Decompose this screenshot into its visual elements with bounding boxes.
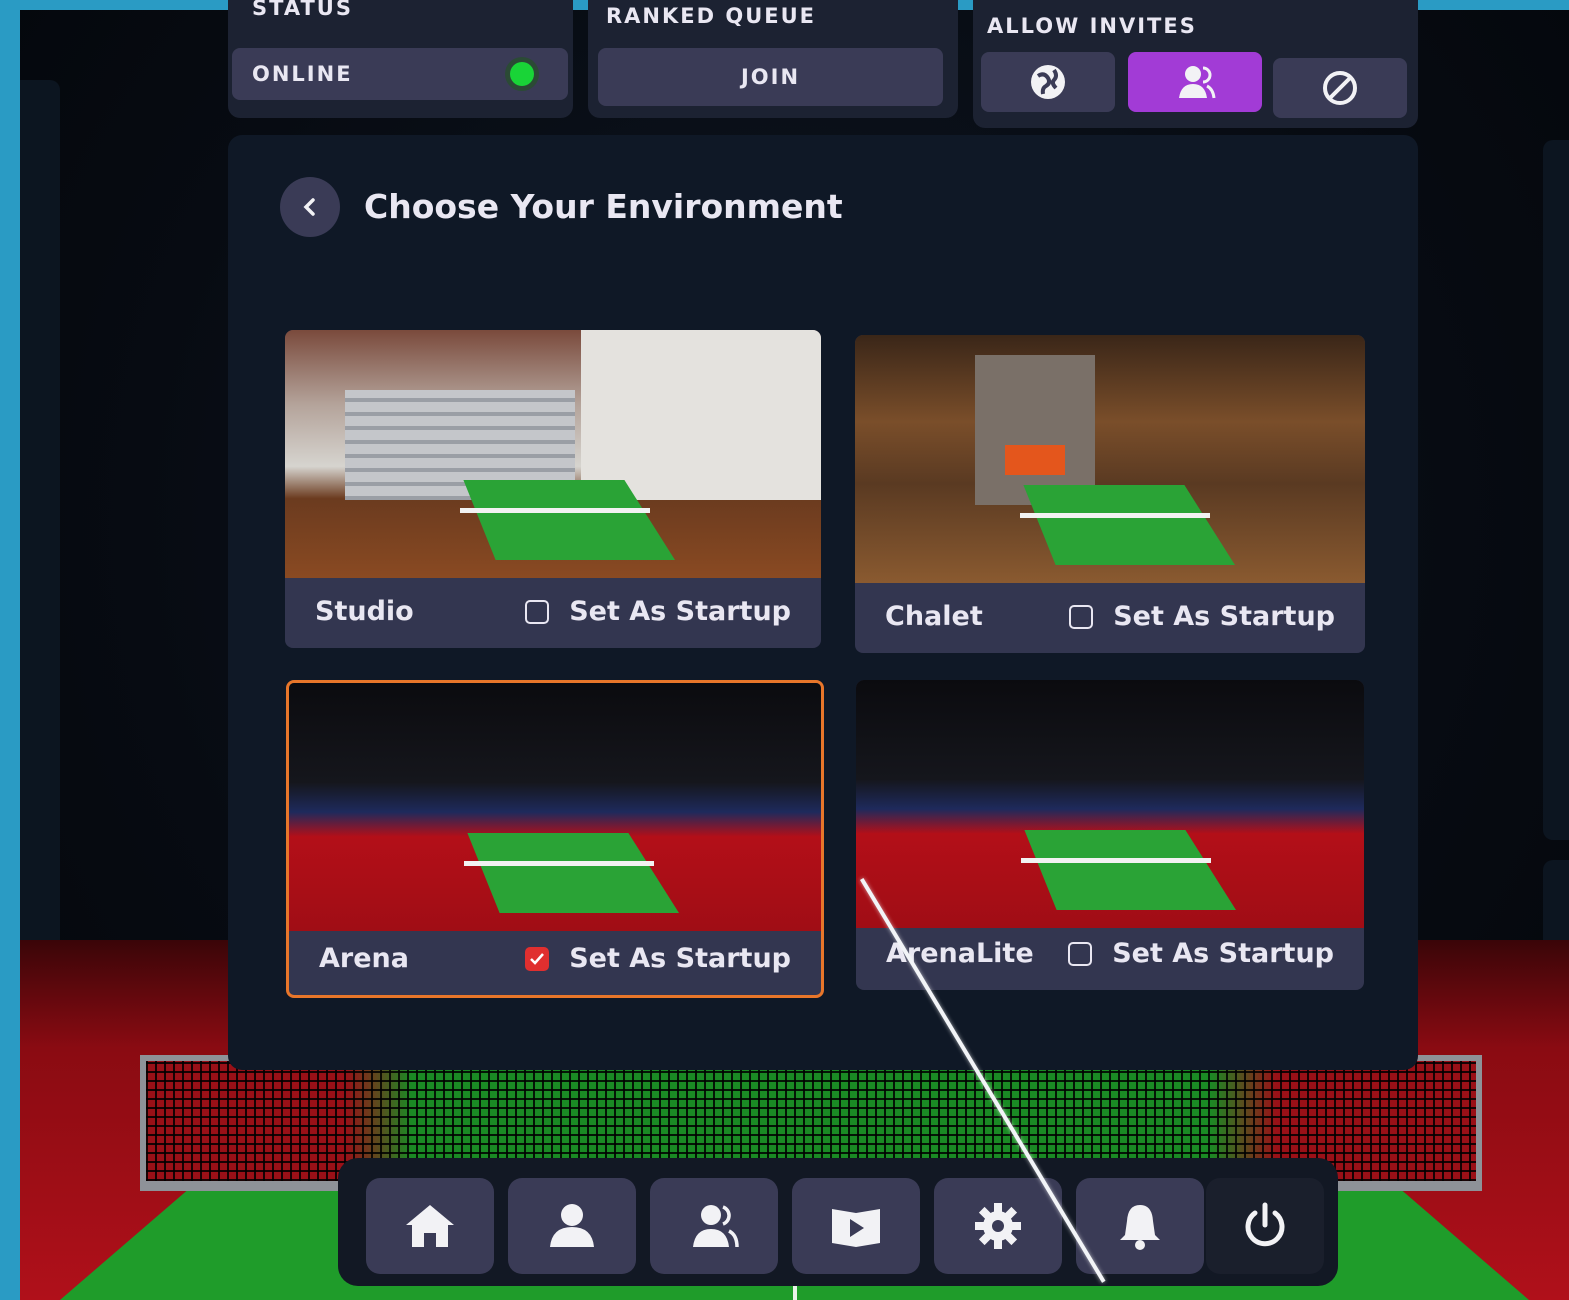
set-startup-toggle[interactable]: Set As Startup bbox=[525, 596, 791, 627]
invite-everyone-button[interactable] bbox=[981, 52, 1115, 112]
right-side-panel-upper bbox=[1543, 140, 1569, 840]
ranked-queue-label: RANKED QUEUE bbox=[606, 4, 817, 28]
profile-button[interactable] bbox=[508, 1178, 636, 1274]
friends-button[interactable] bbox=[650, 1178, 778, 1274]
settings-button[interactable] bbox=[934, 1178, 1062, 1274]
allow-invites-label: ALLOW INVITES bbox=[987, 14, 1197, 38]
friends-icon bbox=[1179, 66, 1216, 99]
join-button[interactable]: JOIN bbox=[598, 48, 943, 106]
power-button[interactable] bbox=[1206, 1178, 1324, 1274]
home-button[interactable] bbox=[366, 1178, 494, 1274]
power-icon bbox=[1245, 1202, 1285, 1247]
environment-name: Studio bbox=[315, 596, 414, 627]
notifications-icon bbox=[1120, 1205, 1160, 1250]
page-title: Choose Your Environment bbox=[364, 187, 843, 226]
tutorial-icon bbox=[832, 1209, 880, 1247]
profile-icon bbox=[550, 1204, 594, 1247]
arenalite-thumbnail bbox=[856, 680, 1364, 928]
back-button[interactable] bbox=[280, 177, 340, 237]
startup-checkbox[interactable] bbox=[1069, 604, 1094, 629]
set-startup-toggle[interactable]: Set As Startup bbox=[1068, 938, 1334, 969]
chalet-thumbnail bbox=[855, 335, 1365, 583]
startup-label: Set As Startup bbox=[1113, 601, 1335, 632]
environment-panel: Choose Your Environment Studio Set As St… bbox=[228, 135, 1418, 1070]
environment-card-arena[interactable]: Arena Set As Startup bbox=[286, 680, 824, 998]
status-value: ONLINE bbox=[252, 62, 353, 86]
bottom-dock bbox=[338, 1158, 1338, 1286]
notifications-button[interactable] bbox=[1076, 1178, 1204, 1274]
startup-checkbox[interactable] bbox=[525, 599, 550, 624]
globe-icon bbox=[1031, 65, 1065, 99]
studio-thumbnail bbox=[285, 330, 821, 578]
home-icon bbox=[406, 1205, 454, 1247]
environment-name: Chalet bbox=[885, 601, 983, 632]
startup-checkbox[interactable] bbox=[525, 946, 550, 971]
environment-card-chalet[interactable]: Chalet Set As Startup bbox=[855, 335, 1365, 653]
environment-card-arenalite[interactable]: ArenaLite Set As Startup bbox=[856, 680, 1364, 990]
online-indicator-icon bbox=[510, 62, 534, 86]
checkmark-icon bbox=[530, 952, 545, 965]
set-startup-toggle[interactable]: Set As Startup bbox=[1069, 601, 1335, 632]
top-status-bar: STATUS ONLINE RANKED QUEUE JOIN ALLOW IN… bbox=[228, 0, 1428, 130]
startup-checkbox[interactable] bbox=[1068, 941, 1093, 966]
ranked-queue-group: RANKED QUEUE JOIN bbox=[588, 0, 958, 118]
startup-label: Set As Startup bbox=[569, 596, 791, 627]
set-startup-toggle[interactable]: Set As Startup bbox=[525, 943, 791, 974]
environment-card-studio[interactable]: Studio Set As Startup bbox=[285, 330, 821, 648]
startup-label: Set As Startup bbox=[1112, 938, 1334, 969]
chevron-left-icon bbox=[303, 198, 315, 216]
settings-icon bbox=[975, 1203, 1021, 1249]
allow-invites-group: ALLOW INVITES bbox=[973, 0, 1418, 128]
friends-icon bbox=[693, 1205, 739, 1248]
blocked-icon bbox=[1323, 71, 1357, 105]
startup-label: Set As Startup bbox=[569, 943, 791, 974]
invite-nobody-button[interactable] bbox=[1273, 58, 1407, 118]
invite-friends-button[interactable] bbox=[1128, 52, 1262, 112]
arena-thumbnail bbox=[289, 683, 821, 931]
tutorial-button[interactable] bbox=[792, 1178, 920, 1274]
environment-name: Arena bbox=[319, 943, 409, 974]
status-label: STATUS bbox=[252, 0, 353, 20]
status-group: STATUS ONLINE bbox=[228, 0, 573, 118]
